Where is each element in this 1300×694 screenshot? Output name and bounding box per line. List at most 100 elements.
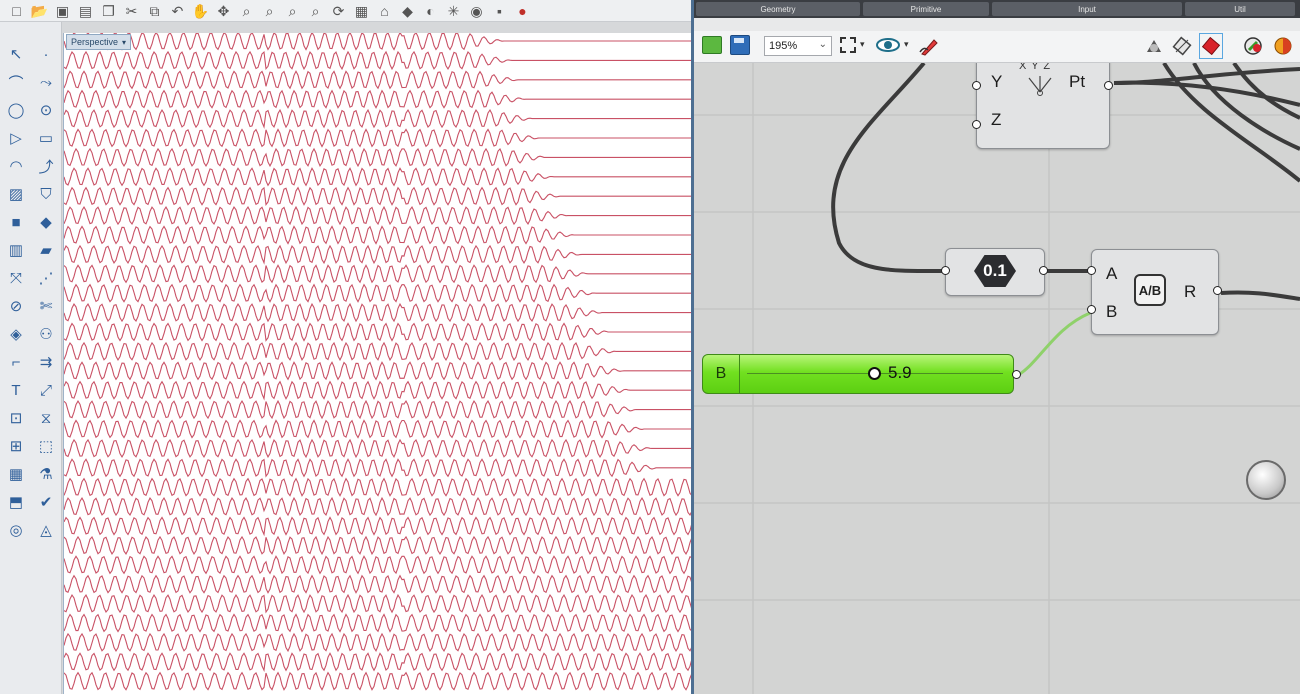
circle-icon[interactable]: ◯ [3, 96, 29, 124]
check-icon[interactable]: ✔ [33, 488, 59, 516]
number-panel-node[interactable]: 0.1 [945, 248, 1045, 296]
perspective-viewport[interactable] [63, 33, 692, 694]
sine-curve-row[interactable] [64, 341, 692, 362]
port-z[interactable] [972, 120, 981, 129]
sine-curve-row[interactable] [64, 147, 692, 168]
render-icon[interactable]: ◎ [3, 516, 29, 544]
eye-preview-icon[interactable] [876, 35, 900, 55]
arc-icon[interactable]: ◠ [3, 152, 29, 180]
slider-grip[interactable] [868, 367, 881, 380]
sine-curve-row[interactable] [64, 535, 692, 556]
canvas-navigator-icon[interactable] [1246, 460, 1286, 500]
zoom-level-select[interactable]: 195% ⌄ [764, 36, 832, 56]
sine-curve-row[interactable] [64, 128, 692, 148]
shaded-icon[interactable]: ◆ [397, 2, 418, 20]
sine-curve-row[interactable] [64, 516, 692, 537]
copy-icon[interactable]: ⧉ [144, 2, 165, 20]
sine-curve-row[interactable] [64, 50, 692, 71]
gh-canvas[interactable]: Y Z Pt X Y Z 0.1 A B R A/B B 5.9 [694, 63, 1300, 694]
slider-output-port[interactable] [1012, 370, 1021, 379]
sine-curve-row[interactable] [64, 555, 692, 575]
number-slider[interactable]: B 5.9 [702, 354, 1014, 394]
tab-primitive[interactable]: Primitive [863, 2, 989, 16]
open-file-icon[interactable] [702, 36, 722, 54]
undo-icon[interactable]: ↶ [167, 2, 188, 20]
wire-pt-out-3[interactable] [1162, 63, 1300, 183]
grid-icon[interactable]: ▦ [351, 2, 372, 20]
tab-geometry[interactable]: Geometry [696, 2, 860, 16]
box-solid-icon[interactable]: ■ [3, 208, 29, 236]
sine-curve-row[interactable] [64, 477, 692, 497]
snapshot-icon[interactable]: ◐ [420, 2, 441, 20]
surface-tools-icon[interactable]: ⛉ [33, 180, 59, 208]
trim-icon[interactable]: ✄ [33, 292, 59, 320]
sine-curve-row[interactable] [64, 167, 692, 187]
curve-tools-icon[interactable]: ⤳ [33, 68, 59, 96]
sine-curve-row[interactable] [64, 322, 692, 342]
new-file-icon[interactable]: □ [6, 2, 27, 20]
preview-none-icon[interactable] [1144, 37, 1164, 55]
scale-icon[interactable]: ⤢ [33, 376, 59, 404]
text-icon[interactable]: T [3, 376, 29, 404]
lock-icon[interactable]: ▪ [489, 2, 510, 20]
sine-curve-row[interactable] [64, 361, 692, 381]
wire-r-output[interactable] [1220, 290, 1300, 301]
save-icon[interactable]: ▣ [52, 2, 73, 20]
sine-curve-row[interactable] [64, 302, 692, 323]
rectangle-icon[interactable]: ▭ [33, 124, 59, 152]
sine-curve-row[interactable] [64, 632, 692, 653]
split-icon[interactable]: ⊘ [3, 292, 29, 320]
array-icon[interactable]: ⋰ [33, 264, 59, 292]
solid-tools-icon[interactable]: ◆ [33, 208, 59, 236]
sine-curve-row[interactable] [64, 419, 692, 439]
panel-input-port[interactable] [941, 266, 950, 275]
zoom-extents-icon[interactable]: ⌕ [282, 2, 303, 20]
tab-input[interactable]: Input [992, 2, 1182, 16]
pan-hand-icon[interactable]: ✋ [190, 2, 211, 20]
sine-curve-row[interactable] [64, 225, 692, 245]
sine-curve-row[interactable] [64, 244, 692, 265]
sine-curve-row[interactable] [64, 399, 692, 420]
layer-icon[interactable]: ⬚ [33, 432, 59, 460]
open-folder-icon[interactable]: 📂 [29, 2, 50, 20]
sine-curve-row[interactable] [64, 264, 692, 284]
zoom-selected-icon[interactable]: ⌕ [305, 2, 326, 20]
viewport-tab-perspective[interactable]: Perspective ▾ [66, 34, 132, 50]
material-icon[interactable]: ◬ [33, 516, 59, 544]
sine-curve-row[interactable] [64, 458, 692, 478]
polygon-icon[interactable]: ▷ [3, 124, 29, 152]
cut-icon[interactable]: ✂ [121, 2, 142, 20]
sine-curve-row[interactable] [64, 283, 692, 303]
transform-icon[interactable]: ⤧ [3, 264, 29, 292]
sine-curve-row[interactable] [64, 652, 692, 673]
blend-curve-icon[interactable]: ⤴ [33, 152, 59, 180]
zoom-dropdown-chevron-icon[interactable]: ▾ [860, 39, 865, 50]
sine-curve-row[interactable] [64, 33, 692, 51]
sine-curve-row[interactable] [64, 205, 692, 226]
grid-array-icon[interactable]: ▦ [3, 460, 29, 488]
zoom-extents-icon[interactable] [840, 37, 856, 53]
tab-util[interactable]: Util [1185, 2, 1295, 16]
zoom-window-icon[interactable]: ⌕ [259, 2, 280, 20]
surface-icon[interactable]: ▨ [3, 180, 29, 208]
paste-icon[interactable]: ❐ [98, 2, 119, 20]
set-view-icon[interactable]: ⌂ [374, 2, 395, 20]
sine-curve-row[interactable] [64, 574, 692, 594]
port-a[interactable] [1087, 266, 1096, 275]
group-icon[interactable]: ⚇ [33, 320, 59, 348]
panel-output-port[interactable] [1039, 266, 1048, 275]
render-icon[interactable]: ● [512, 2, 533, 20]
sketch-pen-icon[interactable] [918, 36, 940, 56]
eye-dropdown-chevron-icon[interactable]: ▾ [904, 39, 909, 50]
preview-selected-icon[interactable] [1243, 36, 1265, 56]
sine-curve-row[interactable] [64, 671, 692, 691]
sine-curve-row[interactable] [64, 438, 692, 459]
mesh-icon[interactable]: ▰ [33, 236, 59, 264]
zoom-icon[interactable]: ⌕ [236, 2, 257, 20]
port-pt[interactable] [1104, 81, 1113, 90]
wire-slider-to-b[interactable] [1017, 311, 1091, 377]
ellipse-icon[interactable]: ⊙ [33, 96, 59, 124]
sine-curve-row[interactable] [64, 380, 692, 401]
sine-curve-row[interactable] [64, 70, 692, 90]
print-icon[interactable]: ▤ [75, 2, 96, 20]
